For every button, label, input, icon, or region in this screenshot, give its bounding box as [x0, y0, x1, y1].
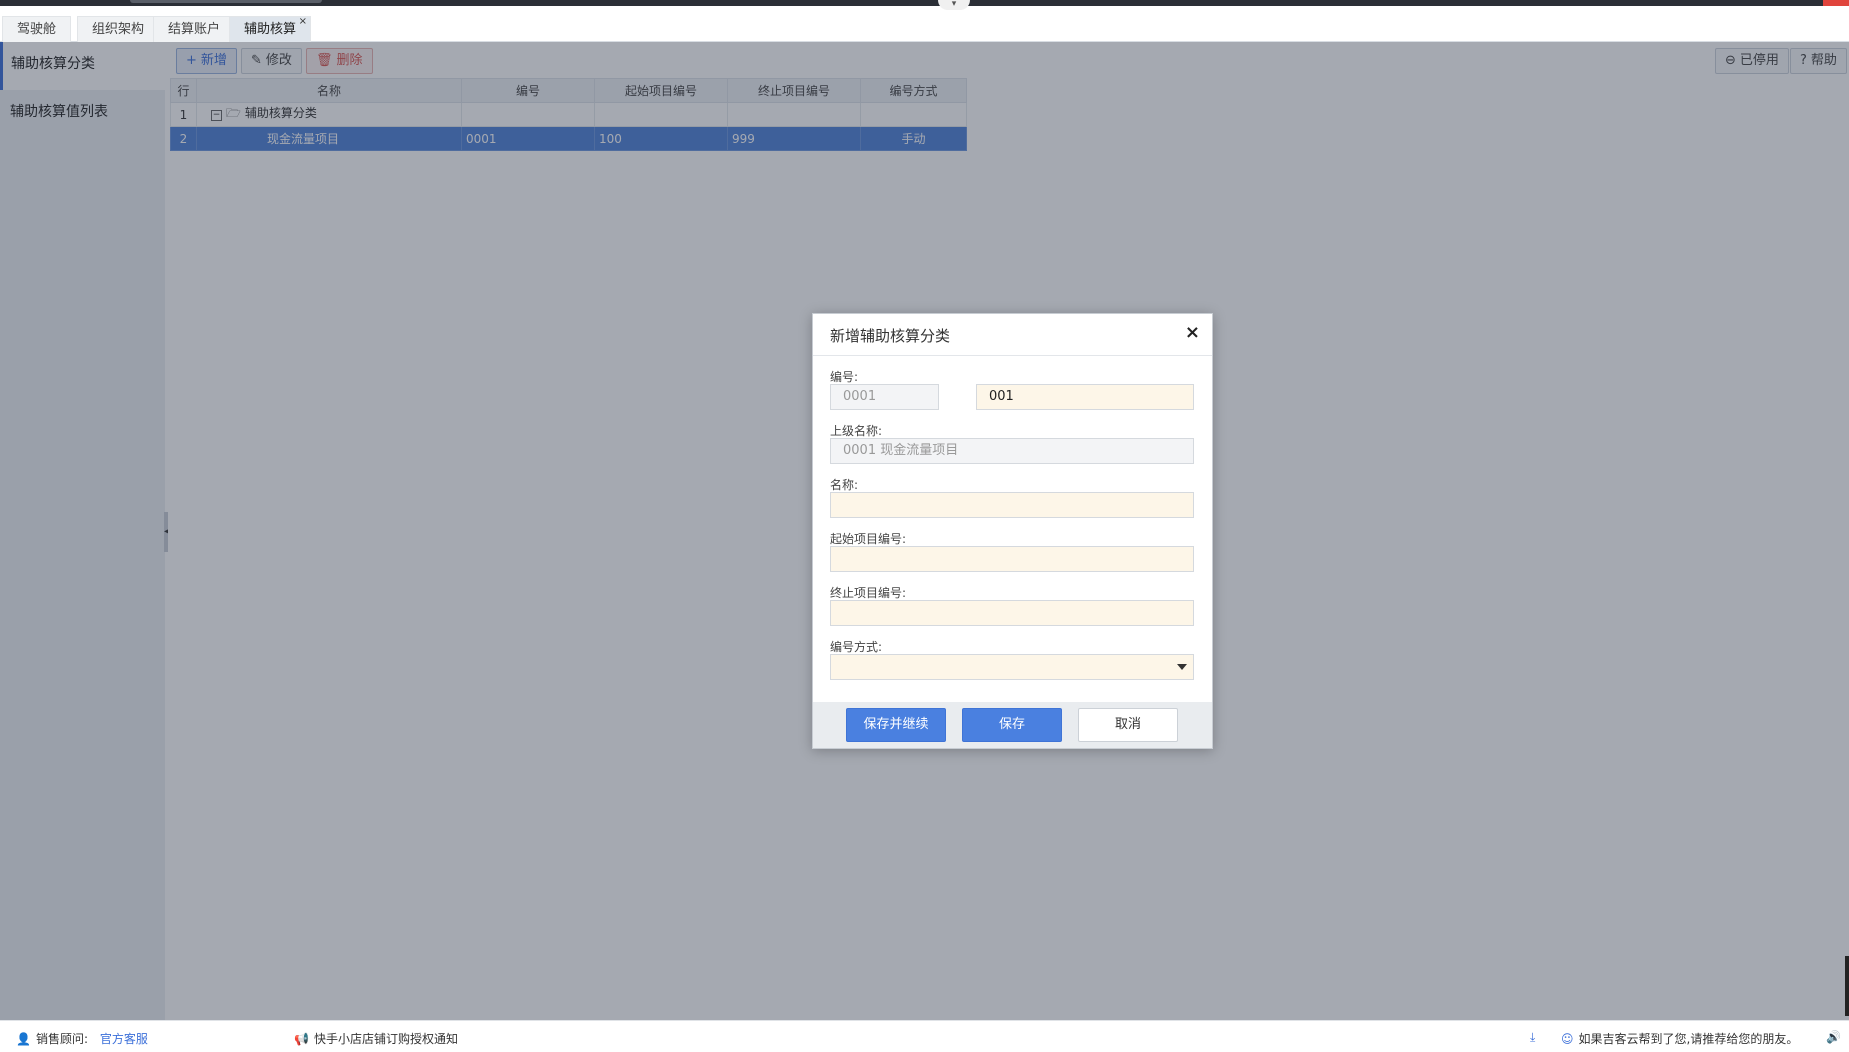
code-mode-label: 编号方式: — [830, 640, 883, 654]
tab-auxiliary-accounting[interactable]: 辅助核算 × — [229, 16, 312, 42]
notice-text: 快手小店店铺订购授权通知 — [313, 1032, 458, 1046]
chevron-down-icon — [1177, 664, 1187, 670]
cancel-button[interactable]: 取消 — [1078, 708, 1178, 742]
window-close-corner[interactable] — [1823, 0, 1849, 6]
advisor-info: 👤 销售顾问: 官方客服 — [16, 1030, 148, 1047]
advisor-label: 销售顾问: — [35, 1032, 88, 1046]
code-field[interactable]: 001 — [976, 384, 1194, 410]
end-code-label: 终止项目编号: — [830, 586, 907, 600]
notice-item[interactable]: 📢 快手小店店铺订购授权通知 — [294, 1030, 458, 1047]
save-button[interactable]: 保存 — [962, 708, 1062, 742]
tab-label: 组织架构 — [92, 22, 145, 37]
start-code-label: 起始项目编号: — [830, 532, 907, 546]
code-mode-select[interactable] — [830, 654, 1194, 680]
code-prefix-field: 0001 — [830, 384, 939, 410]
code-label: 编号: — [830, 370, 859, 384]
dialog-body: 编号: 0001 001 上级名称: 0001 现金流量项目 名称: 起始项目编… — [813, 356, 1212, 702]
smile-icon: ☺ — [1561, 1032, 1574, 1046]
start-code-field[interactable] — [830, 546, 1194, 572]
parent-name-field: 0001 现金流量项目 — [830, 438, 1194, 464]
address-pill — [130, 0, 322, 3]
tab-cockpit[interactable]: 驾驶舱 — [2, 16, 72, 42]
tab-label: 辅助核算 — [244, 22, 297, 37]
end-code-field[interactable] — [830, 600, 1194, 626]
parent-name-label: 上级名称: — [830, 424, 883, 438]
tab-bar: 驾驶舱 组织架构 结算账户 辅助核算 × — [0, 14, 1849, 42]
user-icon: 👤 — [16, 1032, 31, 1046]
official-support-link[interactable]: 官方客服 — [100, 1032, 148, 1046]
name-field[interactable] — [830, 492, 1194, 518]
collapse-toggle-icon[interactable]: ▾ — [938, 0, 970, 10]
status-footer: 👤 销售顾问: 官方客服 📢 快手小店店铺订购授权通知 ⤓ ☺ 如果吉客云帮到了您,请… — [0, 1020, 1849, 1052]
add-category-dialog: 新增辅助核算分类 × 编号: 0001 001 上级名称: 0001 现金流量项… — [812, 313, 1213, 749]
recommend-text: 如果吉客云帮到了您,请推荐给您的朋友。 — [1578, 1032, 1799, 1046]
close-icon[interactable]: × — [1185, 322, 1200, 343]
download-icon[interactable]: ⤓ — [1530, 1030, 1540, 1045]
name-label: 名称: — [830, 478, 859, 492]
dialog-title: 新增辅助核算分类 — [830, 327, 951, 345]
dialog-header: 新增辅助核算分类 × — [813, 314, 1212, 356]
save-continue-button[interactable]: 保存并继续 — [846, 708, 946, 742]
dialog-footer: 保存并继续 保存 取消 — [813, 702, 1212, 748]
megaphone-icon: 📢 — [294, 1032, 309, 1046]
tab-org-structure[interactable]: 组织架构 — [77, 16, 160, 42]
tab-label: 驾驶舱 — [17, 22, 57, 37]
speaker-icon[interactable]: 🔊 — [1826, 1030, 1846, 1044]
window-top-strip: ▾ — [0, 0, 1849, 10]
tab-settlement-account[interactable]: 结算账户 — [153, 16, 236, 42]
tab-label: 结算账户 — [168, 22, 221, 37]
recommend-item[interactable]: ☺ 如果吉客云帮到了您,请推荐给您的朋友。 — [1561, 1030, 1798, 1047]
scroll-edge-indicator — [1845, 956, 1849, 1016]
tab-close-icon[interactable]: × — [299, 9, 307, 35]
